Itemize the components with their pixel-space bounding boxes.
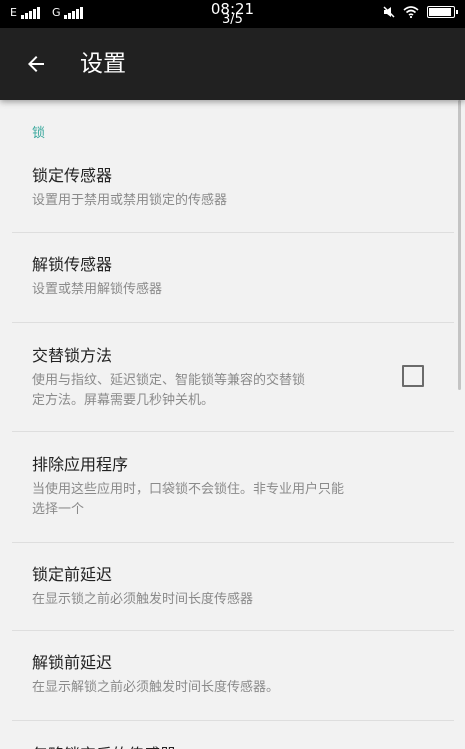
page-title: 设置 bbox=[80, 51, 126, 77]
battery-icon bbox=[427, 6, 458, 18]
pref-title: 解锁前延迟 bbox=[32, 653, 113, 672]
app-bar: 设置 bbox=[0, 28, 465, 100]
pref-title: 解锁传感器 bbox=[32, 255, 113, 274]
pref-item-unlock-sensor[interactable]: 解锁传感器 设置或禁用解锁传感器 bbox=[12, 233, 454, 323]
pref-title: 交替锁方法 bbox=[32, 346, 113, 365]
pref-summary: 设置用于禁用或禁用锁定的传感器 bbox=[32, 193, 228, 208]
pref-summary-line-1: 当使用这些应用时，口袋锁不会锁住。非专业用户只能 bbox=[32, 482, 345, 497]
settings-list[interactable]: 锁 锁定传感器 设置用于禁用或禁用锁定的传感器 解锁传感器 设置或禁用解锁传感器… bbox=[0, 100, 465, 749]
mute-icon bbox=[383, 6, 395, 18]
pref-item-delay-before-lock[interactable]: 锁定前延迟 在显示锁之前必须触发时间长度传感器 bbox=[12, 543, 454, 631]
pref-title: 排除应用程序 bbox=[32, 455, 129, 474]
alternate-lock-checkbox[interactable] bbox=[402, 365, 424, 387]
pref-summary: 在显示锁之前必须触发时间长度传感器 bbox=[32, 592, 254, 607]
pref-item-ignore-sensor-after-lock[interactable]: 忽略锁定后的传感器。 bbox=[12, 721, 454, 749]
status-bar: E G 08:21 3/5 bbox=[0, 0, 465, 28]
pref-summary-line-2: 定方法。屏幕需要几秒钟关机。 bbox=[32, 393, 215, 408]
section-header-lock: 锁 bbox=[32, 126, 46, 141]
pref-summary: 在显示解锁之前必须触发时间长度传感器。 bbox=[32, 680, 280, 695]
pref-title: 锁定传感器 bbox=[32, 166, 113, 185]
pref-item-exclude-apps[interactable]: 排除应用程序 当使用这些应用时，口袋锁不会锁住。非专业用户只能 选择一个 bbox=[12, 432, 454, 543]
pref-summary: 设置或禁用解锁传感器 bbox=[32, 282, 163, 297]
arrow-back-icon bbox=[28, 56, 44, 72]
pref-item-lock-sensor[interactable]: 锁定传感器 设置用于禁用或禁用锁定的传感器 bbox=[12, 145, 454, 233]
pref-title: 忽略锁定后的传感器。 bbox=[32, 741, 192, 749]
pref-item-delay-before-unlock[interactable]: 解锁前延迟 在显示解锁之前必须触发时间长度传感器。 bbox=[12, 631, 454, 721]
status-right bbox=[383, 6, 458, 18]
wifi-icon bbox=[403, 6, 419, 18]
scrollbar[interactable] bbox=[458, 100, 461, 390]
pref-summary-line-2: 选择一个 bbox=[32, 502, 85, 517]
pref-summary-line-1: 使用与指纹、延迟锁定、智能锁等兼容的交替锁 bbox=[32, 373, 306, 388]
pref-title: 锁定前延迟 bbox=[32, 565, 113, 584]
back-button[interactable] bbox=[18, 46, 54, 82]
pref-item-alternate-lock[interactable]: 交替锁方法 使用与指纹、延迟锁定、智能锁等兼容的交替锁 定方法。屏幕需要几秒钟关… bbox=[12, 323, 454, 432]
